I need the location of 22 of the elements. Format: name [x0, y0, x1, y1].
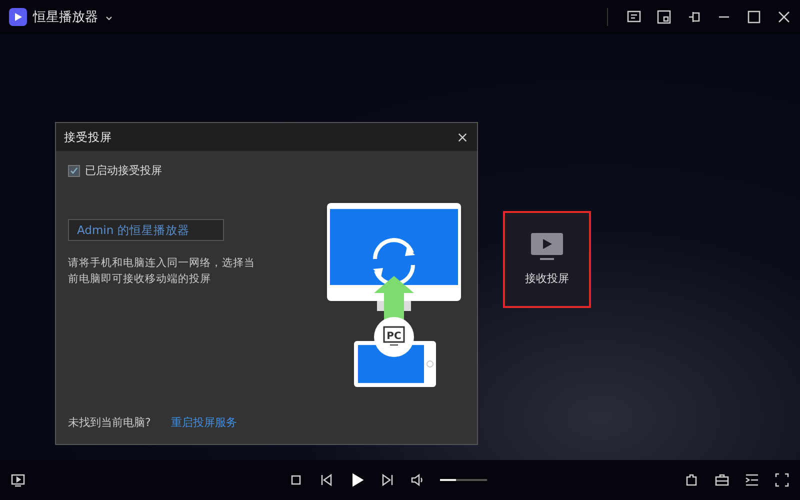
- screen-play-icon[interactable]: [10, 472, 26, 488]
- picture-in-picture-icon[interactable]: [656, 9, 672, 25]
- app-logo-icon: [9, 8, 27, 26]
- fullscreen-icon[interactable]: [774, 472, 790, 488]
- maximize-icon[interactable]: [746, 9, 762, 25]
- not-found-text: 未找到当前电脑?: [68, 415, 151, 430]
- dialog-title: 接受投屏: [64, 130, 112, 144]
- message-icon[interactable]: [626, 9, 642, 25]
- toolbox-icon[interactable]: [714, 472, 730, 488]
- playlist-icon[interactable]: [744, 472, 760, 488]
- instruction-text: 请将手机和电脑连入同一网络，选择当前电脑即可接收移动端的投屏: [68, 256, 256, 287]
- pin-icon[interactable]: [686, 9, 702, 25]
- app-title: 恒星播放器: [33, 9, 98, 26]
- close-icon[interactable]: [776, 9, 792, 25]
- restart-service-link[interactable]: 重启投屏服务: [170, 415, 237, 430]
- screen-play-icon: [531, 233, 563, 261]
- checkbox-label: 已启动接受投屏: [85, 163, 162, 178]
- screen-cast-illustration-drawing: PC: [326, 203, 460, 388]
- checkbox[interactable]: [68, 164, 80, 176]
- close-icon[interactable]: [457, 132, 468, 142]
- device-name-field[interactable]: Admin 的恒星播放器: [68, 219, 224, 241]
- receive-cast-button[interactable]: 接收投屏: [503, 211, 591, 308]
